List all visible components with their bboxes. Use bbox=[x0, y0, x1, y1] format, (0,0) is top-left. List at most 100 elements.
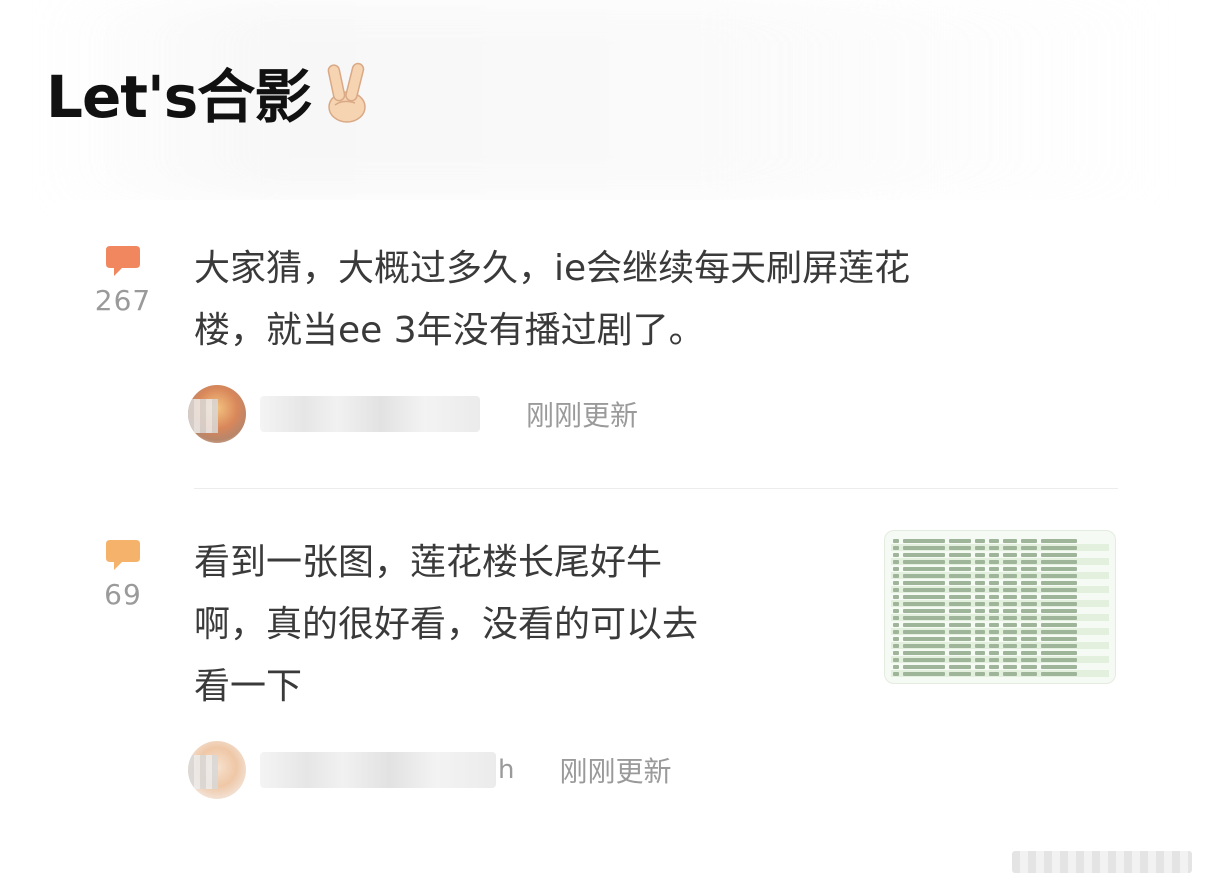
thumbnail-cell bbox=[893, 601, 899, 606]
thumbnail-cell bbox=[1003, 650, 1017, 655]
thumbnail-cell bbox=[949, 615, 971, 620]
thumbnail-cell bbox=[989, 615, 999, 620]
thumbnail-cell bbox=[949, 573, 971, 578]
thumbnail-cell bbox=[989, 671, 999, 676]
thumbnail-cell bbox=[903, 580, 945, 585]
comment-text-line: 啊，真的很好看，没看的可以去 bbox=[194, 604, 699, 645]
comment-text-line: 楼，就当ee 3年没有播过剧了。 bbox=[194, 310, 705, 351]
comment-count-block[interactable]: 69 bbox=[88, 538, 158, 611]
thumbnail-cell bbox=[903, 650, 945, 655]
thumbnail-row bbox=[891, 579, 1109, 586]
thumbnail-cell bbox=[1021, 629, 1037, 634]
thumbnail-cell bbox=[1041, 629, 1077, 634]
thumbnail-cell bbox=[893, 580, 899, 585]
thumbnail-cell bbox=[1021, 643, 1037, 648]
thumbnail-cell bbox=[1003, 615, 1017, 620]
thumbnail-cell bbox=[949, 538, 971, 543]
thumbnail-cell bbox=[1021, 608, 1037, 613]
thumbnail-cell bbox=[893, 545, 899, 550]
thumbnail-cell bbox=[1041, 622, 1077, 627]
thumbnail-row bbox=[891, 572, 1109, 579]
thumbnail-cell bbox=[1021, 671, 1037, 676]
thumbnail-cell bbox=[903, 587, 945, 592]
thumbnail-cell bbox=[1041, 573, 1077, 578]
thumbnail-cell bbox=[989, 559, 999, 564]
thumbnail-cell bbox=[975, 573, 985, 578]
post-title: Let's合影 bbox=[46, 52, 373, 132]
thumbnail-cell bbox=[949, 636, 971, 641]
thumbnail-cell bbox=[1021, 587, 1037, 592]
thumbnail-cell bbox=[1021, 580, 1037, 585]
post-title-text: Let's合影 bbox=[46, 63, 312, 131]
thumbnail-cell bbox=[893, 657, 899, 662]
thumbnail-cell bbox=[1003, 608, 1017, 613]
thumbnail-row bbox=[891, 656, 1109, 663]
thumbnail-cell bbox=[893, 671, 899, 676]
thumbnail-cell bbox=[975, 545, 985, 550]
thumbnail-cell bbox=[903, 608, 945, 613]
thumbnail-cell bbox=[903, 657, 945, 662]
thumbnail-cell bbox=[1021, 650, 1037, 655]
thumbnail-cell bbox=[975, 594, 985, 599]
thumbnail-cell bbox=[1041, 559, 1077, 564]
avatar[interactable] bbox=[188, 385, 246, 443]
thumbnail-cell bbox=[949, 566, 971, 571]
thumbnail-cell bbox=[1021, 664, 1037, 669]
thumbnail-cell bbox=[975, 643, 985, 648]
author-name-blurred[interactable] bbox=[260, 396, 480, 432]
thumbnail-cell bbox=[893, 664, 899, 669]
timestamp: 刚刚更新 bbox=[526, 399, 639, 432]
comment-image-thumbnail[interactable] bbox=[884, 530, 1116, 684]
thumbnail-cell bbox=[989, 552, 999, 557]
thumbnail-cell bbox=[893, 643, 899, 648]
thumbnail-cell bbox=[893, 629, 899, 634]
comment-item[interactable]: 267 大家猜，大概过多久，ie会继续每天刷屏莲花 楼，就当ee 3年没有播过剧… bbox=[48, 238, 1160, 478]
thumbnail-cell bbox=[975, 538, 985, 543]
avatar[interactable] bbox=[188, 741, 246, 799]
comment-count-block[interactable]: 267 bbox=[88, 244, 158, 317]
thumbnail-cell bbox=[1021, 657, 1037, 662]
thumbnail-cell bbox=[989, 664, 999, 669]
thumbnail-row bbox=[891, 600, 1109, 607]
thumbnail-cell bbox=[903, 622, 945, 627]
thumbnail-row bbox=[891, 586, 1109, 593]
thumbnail-cell bbox=[975, 671, 985, 676]
thumbnail-cell bbox=[893, 622, 899, 627]
author-name-blurred[interactable] bbox=[260, 752, 496, 788]
thumbnail-cell bbox=[989, 587, 999, 592]
thumbnail-cell bbox=[903, 552, 945, 557]
comment-card: 267 大家猜，大概过多久，ie会继续每天刷屏莲花 楼，就当ee 3年没有播过剧… bbox=[48, 200, 1160, 840]
thumbnail-row bbox=[891, 649, 1109, 656]
thumbnail-cell bbox=[903, 629, 945, 634]
thumbnail-cell bbox=[1021, 636, 1037, 641]
thumbnail-cell bbox=[975, 601, 985, 606]
thumbnail-cell bbox=[949, 657, 971, 662]
comment-text-line: 大家猜，大概过多久，ie会继续每天刷屏莲花 bbox=[194, 248, 911, 289]
thumbnail-cell bbox=[975, 587, 985, 592]
thumbnail-cell bbox=[1003, 580, 1017, 585]
thumbnail-cell bbox=[989, 657, 999, 662]
avatar-mosaic bbox=[188, 755, 218, 789]
comment-text-line: 看一下 bbox=[194, 666, 303, 707]
thumbnail-cell bbox=[989, 594, 999, 599]
page: Let's合影 267 大家猜，大概过多久，ie会继续每天刷屏莲花 楼，就当ee… bbox=[0, 0, 1206, 890]
thumbnail-cell bbox=[1041, 664, 1077, 669]
watermark bbox=[1012, 848, 1192, 876]
thumbnail-row bbox=[891, 558, 1109, 565]
thumbnail-cell bbox=[1041, 587, 1077, 592]
speech-bubble-icon bbox=[106, 540, 140, 570]
thumbnail-cell bbox=[903, 615, 945, 620]
thumbnail-cell bbox=[1021, 545, 1037, 550]
thumbnail-cell bbox=[1003, 664, 1017, 669]
thumbnail-cell bbox=[975, 552, 985, 557]
thumbnail-cell bbox=[903, 671, 945, 676]
thumbnail-row bbox=[891, 565, 1109, 572]
thumbnail-cell bbox=[1021, 622, 1037, 627]
thumbnail-cell bbox=[1003, 559, 1017, 564]
thumbnail-cell bbox=[903, 643, 945, 648]
thumbnail-cell bbox=[989, 643, 999, 648]
thumbnail-cell bbox=[975, 622, 985, 627]
thumbnail-cell bbox=[949, 594, 971, 599]
thumbnail-cell bbox=[975, 566, 985, 571]
thumbnail-cell bbox=[893, 538, 899, 543]
